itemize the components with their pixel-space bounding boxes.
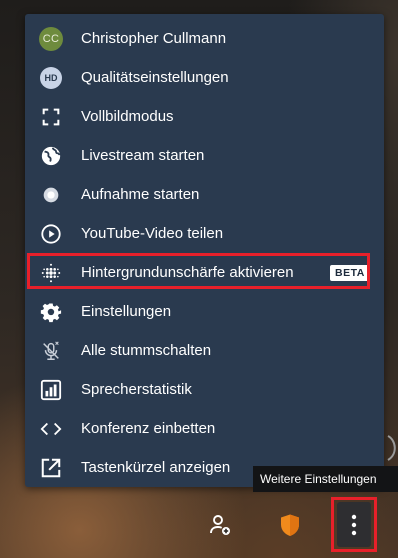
hd-icon: HD xyxy=(38,65,64,91)
shield-icon xyxy=(281,514,299,536)
record-icon xyxy=(38,182,64,208)
avatar: CC xyxy=(38,26,64,52)
security-options-button[interactable] xyxy=(273,508,307,542)
menu-item-label: Livestream starten xyxy=(81,147,205,164)
menu-item-label: Sprecherstatistik xyxy=(81,381,192,398)
scroll-hint-icon xyxy=(387,435,396,461)
menu-item-recording[interactable]: Aufnahme starten xyxy=(25,176,384,214)
play-circle-icon xyxy=(38,221,64,247)
menu-item-settings[interactable]: Einstellungen xyxy=(25,293,384,331)
vertical-dots-icon xyxy=(351,514,357,535)
blur-icon xyxy=(38,260,64,286)
menu-item-embed-conference[interactable]: Konferenz einbetten xyxy=(25,410,384,448)
more-settings-button[interactable] xyxy=(337,502,371,547)
overflow-menu: CC Christopher Cullmann HD Qualitätseins… xyxy=(25,14,384,487)
tooltip-more-settings: Weitere Einstellungen xyxy=(253,466,398,492)
menu-item-share-youtube[interactable]: YouTube-Video teilen xyxy=(25,215,384,253)
globe-icon xyxy=(38,143,64,169)
menu-item-profile[interactable]: CC Christopher Cullmann xyxy=(25,20,384,58)
open-external-icon xyxy=(38,455,64,481)
gear-icon xyxy=(38,299,64,325)
menu-item-label: Aufnahme starten xyxy=(81,186,200,203)
menu-item-label: YouTube-Video teilen xyxy=(81,225,224,242)
add-person-icon xyxy=(210,515,230,535)
menu-item-label: Christopher Cullmann xyxy=(81,30,227,47)
menu-item-label: Vollbildmodus xyxy=(81,108,174,125)
code-icon xyxy=(38,416,64,442)
menu-item-livestream[interactable]: Livestream starten xyxy=(25,137,384,175)
menu-item-label: Hintergrundunschärfe aktivieren xyxy=(81,264,294,281)
menu-item-label: Tastenkürzel anzeigen xyxy=(81,459,231,476)
menu-item-background-blur[interactable]: Hintergrundunschärfe aktivieren BETA xyxy=(25,254,384,292)
menu-item-label: Einstellungen xyxy=(81,303,172,320)
fullscreen-icon xyxy=(38,104,64,130)
mic-muted-icon xyxy=(38,338,64,364)
beta-badge: BETA xyxy=(330,265,370,281)
menu-item-quality-settings[interactable]: HD Qualitätseinstellungen xyxy=(25,59,384,97)
menu-item-label: Alle stummschalten xyxy=(81,342,212,359)
bar-chart-icon xyxy=(38,377,64,403)
menu-item-label: Konferenz einbetten xyxy=(81,420,216,437)
menu-item-label: Qualitätseinstellungen xyxy=(81,69,229,86)
menu-item-mute-everyone[interactable]: Alle stummschalten xyxy=(25,332,384,370)
invite-people-button[interactable] xyxy=(203,508,237,542)
menu-item-speaker-stats[interactable]: Sprecherstatistik xyxy=(25,371,384,409)
menu-item-fullscreen[interactable]: Vollbildmodus xyxy=(25,98,384,136)
